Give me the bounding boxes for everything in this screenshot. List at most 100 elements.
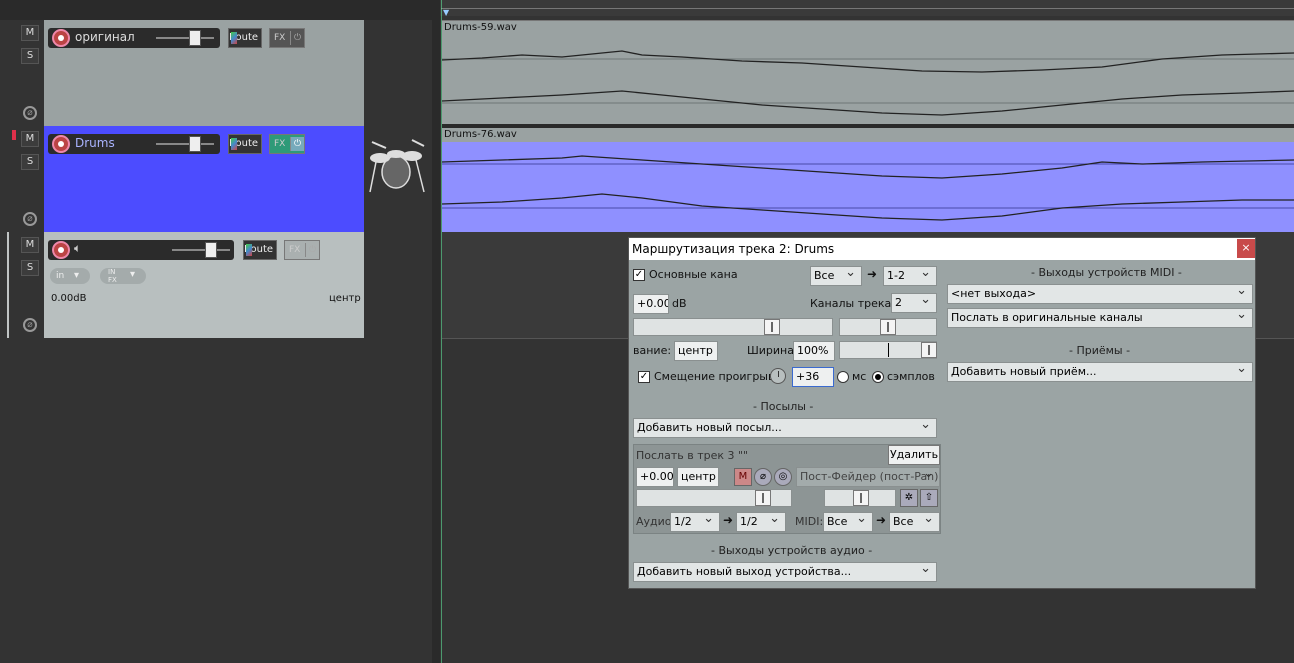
input-fx-label: IN FX	[108, 268, 117, 284]
delete-send-button[interactable]: Удалить	[888, 445, 940, 465]
route-button[interactable]: Route	[228, 134, 262, 154]
volume-field[interactable]: +0.00	[633, 294, 669, 314]
send-volume-slider[interactable]	[636, 489, 792, 507]
track-3[interactable]: M S ⌀ 🔈︎ Route FX ⏻ in ▾ IN FX ▾ 0.00dB …	[0, 232, 432, 338]
record-arm-button[interactable]	[52, 29, 70, 47]
mute-button[interactable]: M	[21, 131, 39, 147]
dialog-titlebar[interactable]: Маршрутизация трека 2: Drums ×	[629, 238, 1255, 260]
send-midi-dst-select[interactable]: Все	[889, 512, 940, 532]
speaker-icon: 🔈︎	[74, 241, 82, 255]
master-send-checkbox[interactable]: ✓	[633, 269, 645, 281]
send-audio-src-select[interactable]: 1/2	[670, 512, 720, 532]
fx-label: FX	[274, 33, 286, 43]
edit-cursor-marker-icon: ▼	[443, 8, 450, 17]
arrow-right-icon: ➜	[867, 267, 878, 281]
fx-power-icon[interactable]: ⏻	[290, 137, 304, 151]
send-audio-dst-select[interactable]: 1/2	[736, 512, 786, 532]
route-button[interactable]: Route	[243, 240, 277, 260]
item-header	[442, 128, 1294, 142]
media-item-2[interactable]: Drums-76.wav	[442, 128, 1294, 232]
add-send-select[interactable]: Добавить новый посыл...	[633, 418, 937, 438]
unit-ms-radio[interactable]	[837, 371, 849, 383]
send-mode-select[interactable]: Пост-Фейдер (пост-Pan)	[796, 467, 940, 487]
fx-button[interactable]: FX ⏻	[269, 28, 305, 48]
add-hw-output-select[interactable]: Добавить новый выход устройства...	[633, 562, 937, 582]
audio-hw-outputs-title: - Выходы устройств аудио -	[711, 544, 873, 557]
volume-fader-knob[interactable]	[189, 30, 201, 46]
send-pan-field[interactable]: центр	[677, 467, 719, 487]
record-arm-button[interactable]	[52, 135, 70, 153]
send-envelope-icon[interactable]: ✲	[900, 489, 918, 507]
offset-knob-icon[interactable]	[770, 368, 786, 384]
receives-title: - Приёмы -	[1069, 344, 1131, 357]
tcp-divider[interactable]	[432, 20, 440, 663]
send-pan-slider[interactable]	[824, 489, 896, 507]
reaper-window: M S ⌀ оригинал Route FX ⏻ M S ⌀ Drums Ro…	[0, 0, 1294, 663]
track-channels-select[interactable]: 2	[891, 293, 937, 313]
track-name-box[interactable]: 🔈︎	[48, 240, 234, 260]
volume-fader-knob[interactable]	[189, 136, 201, 152]
record-arm-button[interactable]	[52, 241, 70, 259]
track-folder-indent	[0, 126, 17, 232]
fx-button[interactable]: FX ⏻	[284, 240, 320, 260]
send-volume-field[interactable]: +0.00	[636, 467, 674, 487]
width-slider-thumb[interactable]	[921, 342, 937, 358]
mute-button[interactable]: M	[21, 237, 39, 253]
send-midi-src-select[interactable]: Все	[823, 512, 873, 532]
send-title: Послать в трек 3 ""	[636, 449, 749, 462]
volume-unit: dB	[672, 297, 687, 310]
item-label: Drums-76.wav	[444, 129, 517, 140]
channels-dest-select[interactable]: 1-2	[883, 266, 937, 286]
pan-slider-thumb[interactable]	[880, 319, 896, 335]
phase-icon[interactable]: ⌀	[23, 318, 37, 332]
track-2[interactable]: M S ⌀ Drums Route FX ⏻	[0, 126, 432, 232]
input-button[interactable]: in ▾	[50, 268, 90, 284]
close-button[interactable]: ×	[1237, 239, 1255, 258]
phase-icon[interactable]: ⌀	[23, 106, 37, 120]
midi-output-select[interactable]: <нет выхода>	[947, 284, 1253, 304]
send-automation-icon[interactable]: ⇧	[920, 489, 938, 507]
solo-button[interactable]: S	[21, 154, 39, 170]
input-label: in	[56, 271, 65, 281]
unit-samples-label: сэмплов	[887, 370, 935, 383]
folder-line	[7, 232, 9, 338]
width-field[interactable]: 100%	[793, 341, 835, 361]
pan-field[interactable]: центр	[674, 341, 718, 361]
track-name-box[interactable]: оригинал	[48, 28, 220, 48]
input-fx-button[interactable]: IN FX ▾	[100, 268, 146, 284]
fx-power-icon[interactable]: ⏻	[305, 243, 319, 257]
phase-icon[interactable]: ⌀	[23, 212, 37, 226]
add-receive-select[interactable]: Добавить новый приём...	[947, 362, 1253, 382]
route-button[interactable]: Route	[228, 28, 262, 48]
playback-offset-checkbox[interactable]: ✓	[638, 371, 650, 383]
volume-fader-knob[interactable]	[205, 242, 217, 258]
waveform-display	[442, 155, 1294, 221]
channels-select[interactable]: Все	[810, 266, 862, 286]
solo-button[interactable]: S	[21, 260, 39, 276]
track-icon-area	[364, 232, 432, 338]
solo-button[interactable]: S	[21, 48, 39, 64]
send-panel: Послать в трек 3 "" Удалить +0.00 центр …	[633, 444, 941, 534]
width-slider[interactable]	[839, 341, 937, 359]
ruler-line	[441, 8, 1294, 9]
routing-dialog[interactable]: Маршрутизация трека 2: Drums × ✓ Основны…	[628, 237, 1256, 589]
offset-field[interactable]: +36	[792, 367, 834, 387]
fx-power-icon[interactable]: ⏻	[290, 31, 304, 45]
track-1[interactable]: M S ⌀ оригинал Route FX ⏻	[0, 20, 432, 126]
unit-samples-radio[interactable]	[872, 371, 884, 383]
media-item-1[interactable]: Drums-59.wav	[442, 20, 1294, 124]
mute-button[interactable]: M	[21, 25, 39, 41]
send-mute-button[interactable]: M	[734, 468, 752, 486]
drums-icon	[369, 139, 425, 193]
pan-slider[interactable]	[839, 318, 937, 336]
send-volume-thumb[interactable]	[755, 490, 771, 506]
track-name-box[interactable]: Drums	[48, 134, 220, 154]
send-mono-icon[interactable]: ◎	[774, 468, 792, 486]
width-label: Ширина:	[747, 344, 798, 357]
send-pan-thumb[interactable]	[853, 490, 869, 506]
midi-output-mode-select[interactable]: Послать в оригинальные каналы	[947, 308, 1253, 328]
volume-slider[interactable]	[633, 318, 833, 336]
fx-button[interactable]: FX ⏻	[269, 134, 305, 154]
volume-slider-thumb[interactable]	[764, 319, 780, 335]
send-phase-icon[interactable]: ⌀	[754, 468, 772, 486]
